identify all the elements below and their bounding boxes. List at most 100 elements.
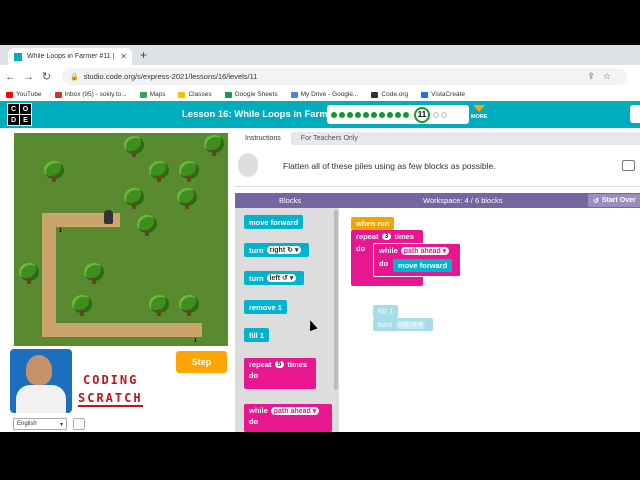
level-dot-complete[interactable] [387, 111, 393, 118]
bookmark-label: Classes [188, 91, 212, 98]
level-dot-incomplete[interactable] [441, 111, 447, 118]
bookmark-item[interactable]: My Drive - Google... [290, 91, 358, 98]
block-label: when run [356, 219, 390, 228]
bookmark-item[interactable]: YouTube [6, 91, 42, 98]
reload-icon[interactable]: ↻ [39, 70, 54, 83]
direction-dropdown[interactable]: left ↺ ▾ [266, 274, 297, 282]
bookmark-item[interactable]: Inbox (95) - sokly.to... [54, 91, 127, 98]
toolbox-turn-left-block[interactable]: turn left ↺ ▾ [244, 271, 305, 285]
tree [72, 295, 92, 316]
tree [204, 135, 224, 156]
chevron-down-icon: ▾ [59, 421, 63, 428]
toolbox-remove-block[interactable]: remove 1 [244, 300, 287, 314]
repeat-row: repeat 5 times [249, 360, 307, 369]
bookmark-item[interactable]: VistaCreate [421, 91, 465, 98]
logo-letter: D [8, 115, 19, 125]
tab-close-icon[interactable]: ✕ [120, 52, 127, 61]
direction-dropdown[interactable]: left ↺ ▾ [395, 320, 426, 329]
disabled-fill-block[interactable]: fill 1 [373, 305, 399, 318]
language-select[interactable]: English ▾ [13, 418, 67, 430]
logo-letter: O [20, 104, 31, 114]
block-label: do [249, 417, 259, 426]
channel-thumbnail [10, 349, 72, 413]
toolbox-while-block[interactable]: while path ahead ▾ do [244, 404, 332, 432]
toolbox-repeat-block[interactable]: repeat 5 times do [244, 358, 316, 389]
new-tab-button[interactable]: + [140, 48, 147, 62]
level-dot-incomplete[interactable] [433, 111, 439, 118]
condition-dropdown[interactable]: path ahead ▾ [400, 246, 450, 255]
when-run-block[interactable]: when run [351, 217, 395, 230]
tree [179, 161, 199, 182]
move-forward-block[interactable]: move forward [393, 259, 453, 272]
browser-tabstrip: While Loops in Farmer #11 | ✕ + [0, 45, 640, 65]
level-dot-complete[interactable] [403, 111, 409, 118]
farmer-character [104, 210, 113, 224]
block-label: times [394, 232, 415, 241]
bookmark-item[interactable]: Classes [178, 91, 212, 98]
level-dot-complete[interactable] [395, 111, 401, 118]
browser-tab[interactable]: While Loops in Farmer #11 | ✕ [8, 48, 132, 65]
level-dot-complete[interactable] [363, 111, 369, 118]
share-star-icons[interactable]: ⇪☆ [587, 71, 619, 82]
url-bar[interactable]: 🔒 studio.code.org/s/express-2021/lessons… [62, 68, 627, 85]
tab-title: While Loops in Farmer #11 | [27, 53, 115, 60]
dirt-pile: 1 [59, 228, 62, 234]
lesson-title[interactable]: Lesson 16: While Loops in Farmer [182, 109, 337, 120]
bookmark-icon [371, 91, 379, 98]
level-dot-complete[interactable] [339, 111, 345, 118]
toolbox-turn-right-block[interactable]: turn right ↻ ▾ [244, 243, 310, 257]
level-dot-complete[interactable] [355, 111, 361, 118]
toolbox-scrollbar[interactable] [334, 210, 338, 390]
level-dot-complete[interactable] [379, 111, 385, 118]
more-button[interactable]: MORE [471, 105, 488, 120]
block-label: remove 1 [249, 302, 282, 312]
bookmarks-bar: YouTube Inbox (95) - sokly.to... Maps Class… [0, 88, 640, 101]
back-icon[interactable]: ← [3, 71, 18, 83]
toolbox: move forward turn right ↻ ▾ turn left ↺ … [235, 208, 339, 432]
block-label: do [356, 244, 366, 253]
bookmark-label: Code.org [381, 91, 409, 98]
dirt-path [42, 213, 56, 337]
level-current[interactable]: 11 [414, 106, 430, 123]
instructions-panel: Flatten all of these piles using as few … [235, 145, 640, 187]
tab-teachers[interactable]: For Teachers Only [291, 132, 368, 145]
start-over-button[interactable]: ↺ Start Over [588, 194, 640, 207]
block-label: while [249, 406, 268, 415]
bookmark-label: Google Sheets [234, 91, 278, 98]
privacy-icon[interactable] [73, 418, 85, 430]
level-dot-complete[interactable] [331, 111, 337, 118]
logo-letter: E [20, 115, 31, 125]
instructions-text: Flatten all of these piles using as few … [283, 161, 496, 171]
condition-dropdown[interactable]: path ahead ▾ [270, 406, 320, 415]
block-label: do [379, 259, 389, 268]
bookmark-item[interactable]: Code.org [371, 91, 408, 98]
dirt-path [42, 323, 202, 337]
block-label: do [249, 371, 259, 380]
forward-icon[interactable]: → [21, 71, 36, 83]
toolbox-move-forward-block[interactable]: move forward [244, 215, 304, 229]
bookmark-item[interactable]: Maps [139, 91, 165, 98]
tree [84, 263, 104, 284]
tree [149, 161, 169, 182]
level-dot-complete[interactable] [347, 111, 353, 118]
toolbox-fill-block[interactable]: fill 1 [244, 328, 270, 342]
bookmark-icon [6, 91, 13, 98]
workspace: when run repeat 3 times do while path ah… [339, 208, 640, 432]
direction-dropdown[interactable]: right ↻ ▾ [266, 246, 302, 254]
lock-icon: 🔒 [70, 73, 79, 81]
blocks-label: Blocks [279, 196, 302, 205]
disabled-turn-left-block[interactable]: turn left ↺ ▾ [373, 318, 434, 331]
repeat-count[interactable]: 3 [381, 233, 392, 240]
codeorg-header: C O D E Lesson 16: While Loops in Farmer… [0, 101, 640, 128]
bookmark-item[interactable]: Google Sheets [224, 91, 278, 98]
codeorg-logo[interactable]: C O D E [7, 103, 32, 126]
bookmark-icon [54, 91, 62, 98]
repeat-count[interactable]: 5 [274, 361, 285, 368]
step-button[interactable]: Step [176, 351, 227, 373]
tab-instructions[interactable]: Instructions [235, 132, 291, 145]
language-value: English [17, 421, 37, 427]
tree [149, 295, 169, 316]
level-dot-complete[interactable] [371, 111, 377, 118]
signin-button[interactable] [630, 105, 640, 123]
hint-icon[interactable] [622, 160, 635, 171]
